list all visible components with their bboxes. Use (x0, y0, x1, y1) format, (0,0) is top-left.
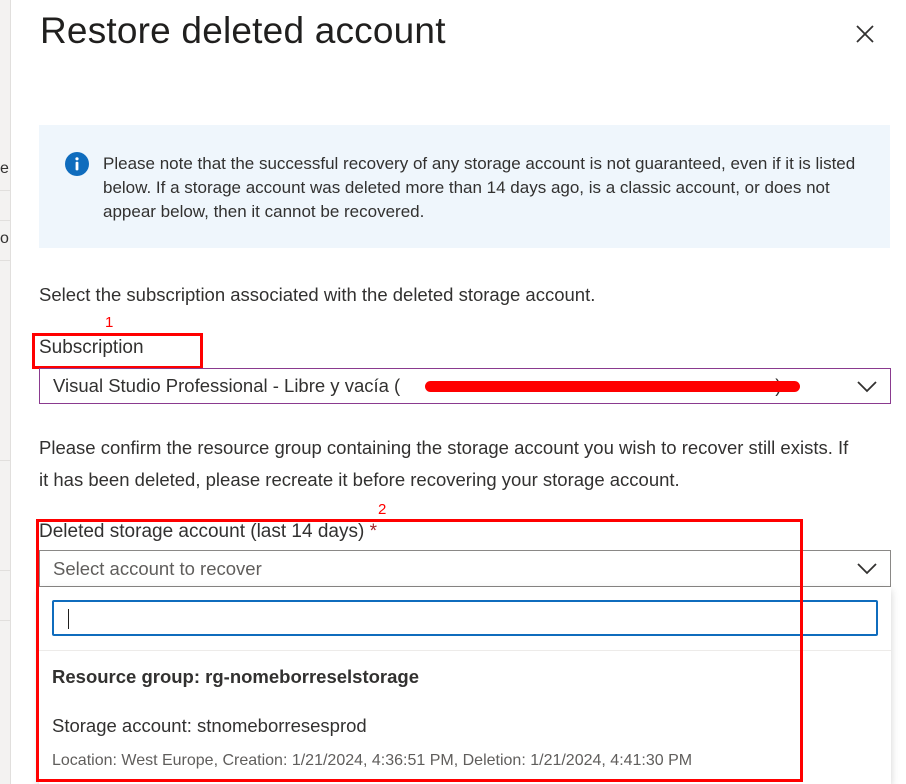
info-message: Please note that the successful recovery… (103, 154, 856, 221)
annotation-box-1 (32, 333, 203, 369)
chevron-down-icon (857, 563, 877, 575)
restore-dialog-panel: Restore deleted account Please note that… (11, 0, 906, 784)
resource-group-note: Please confirm the resource group contai… (39, 437, 849, 490)
close-icon (856, 25, 874, 43)
background-divider (0, 460, 10, 461)
close-button[interactable] (851, 20, 879, 48)
annotation-number-2: 2 (378, 501, 387, 518)
dialog-title: Restore deleted account (40, 10, 446, 51)
background-divider (0, 190, 10, 191)
background-divider (0, 220, 10, 221)
background-divider (0, 260, 10, 261)
subscription-instruction: Select the subscription associated with … (39, 284, 596, 305)
info-banner: Please note that the successful recovery… (39, 125, 890, 248)
subscription-dropdown[interactable]: Visual Studio Professional - Libre y vac… (39, 368, 891, 404)
redaction-mark (425, 381, 800, 392)
background-divider (0, 570, 10, 571)
chevron-down-icon (857, 381, 877, 393)
background-text-fragment: e (0, 160, 9, 177)
info-icon (65, 152, 89, 176)
background-divider (0, 620, 10, 621)
annotation-box-2 (36, 519, 803, 782)
background-text-fragment: o (0, 230, 9, 247)
background-page: e o (0, 0, 11, 784)
annotation-number-1: 1 (105, 314, 114, 331)
